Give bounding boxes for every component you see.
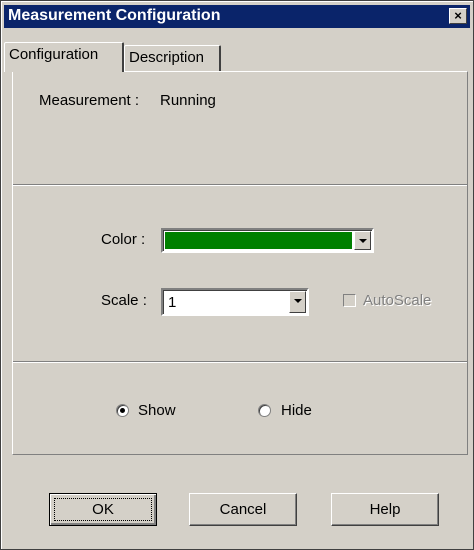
scale-dropdown-button[interactable] — [289, 291, 306, 313]
color-swatch — [165, 232, 352, 249]
measurement-label: Measurement : — [39, 92, 140, 109]
scale-label: Scale : — [101, 292, 147, 309]
title-bar[interactable]: Measurement Configuration × — [4, 5, 470, 28]
autoscale-checkbox[interactable] — [343, 294, 356, 307]
radio-selected-dot — [120, 408, 125, 413]
color-dropdown-button[interactable] — [354, 231, 371, 250]
measurement-value: Running — [160, 92, 216, 109]
close-icon: × — [454, 8, 462, 23]
scale-value: 1 — [168, 294, 177, 311]
tab-configuration[interactable]: Configuration — [4, 42, 124, 72]
cancel-button-label: Cancel — [219, 501, 267, 518]
tab-description-label: Description — [129, 49, 205, 66]
hide-label: Hide — [281, 402, 312, 419]
hide-radio[interactable] — [258, 404, 271, 417]
divider-bottom — [13, 361, 467, 363]
tab-description[interactable]: Description — [124, 45, 221, 72]
tab-panel — [12, 71, 468, 455]
color-label: Color : — [101, 231, 146, 248]
divider-top — [13, 184, 467, 186]
ok-button[interactable]: OK — [49, 493, 157, 526]
cancel-button[interactable]: Cancel — [189, 493, 297, 526]
show-label: Show — [138, 402, 176, 419]
help-button[interactable]: Help — [331, 493, 439, 526]
window-title: Measurement Configuration — [8, 7, 221, 24]
help-button-label: Help — [369, 501, 401, 518]
color-dropdown[interactable] — [161, 228, 374, 253]
scale-dropdown[interactable]: 1 — [161, 288, 309, 316]
show-radio[interactable] — [116, 404, 129, 417]
autoscale-label: AutoScale — [363, 292, 432, 309]
dialog-window: Measurement Configuration × Configuratio… — [0, 0, 474, 550]
close-button[interactable]: × — [449, 8, 467, 24]
focus-indicator — [54, 498, 152, 521]
tab-configuration-label: Configuration — [9, 46, 99, 63]
